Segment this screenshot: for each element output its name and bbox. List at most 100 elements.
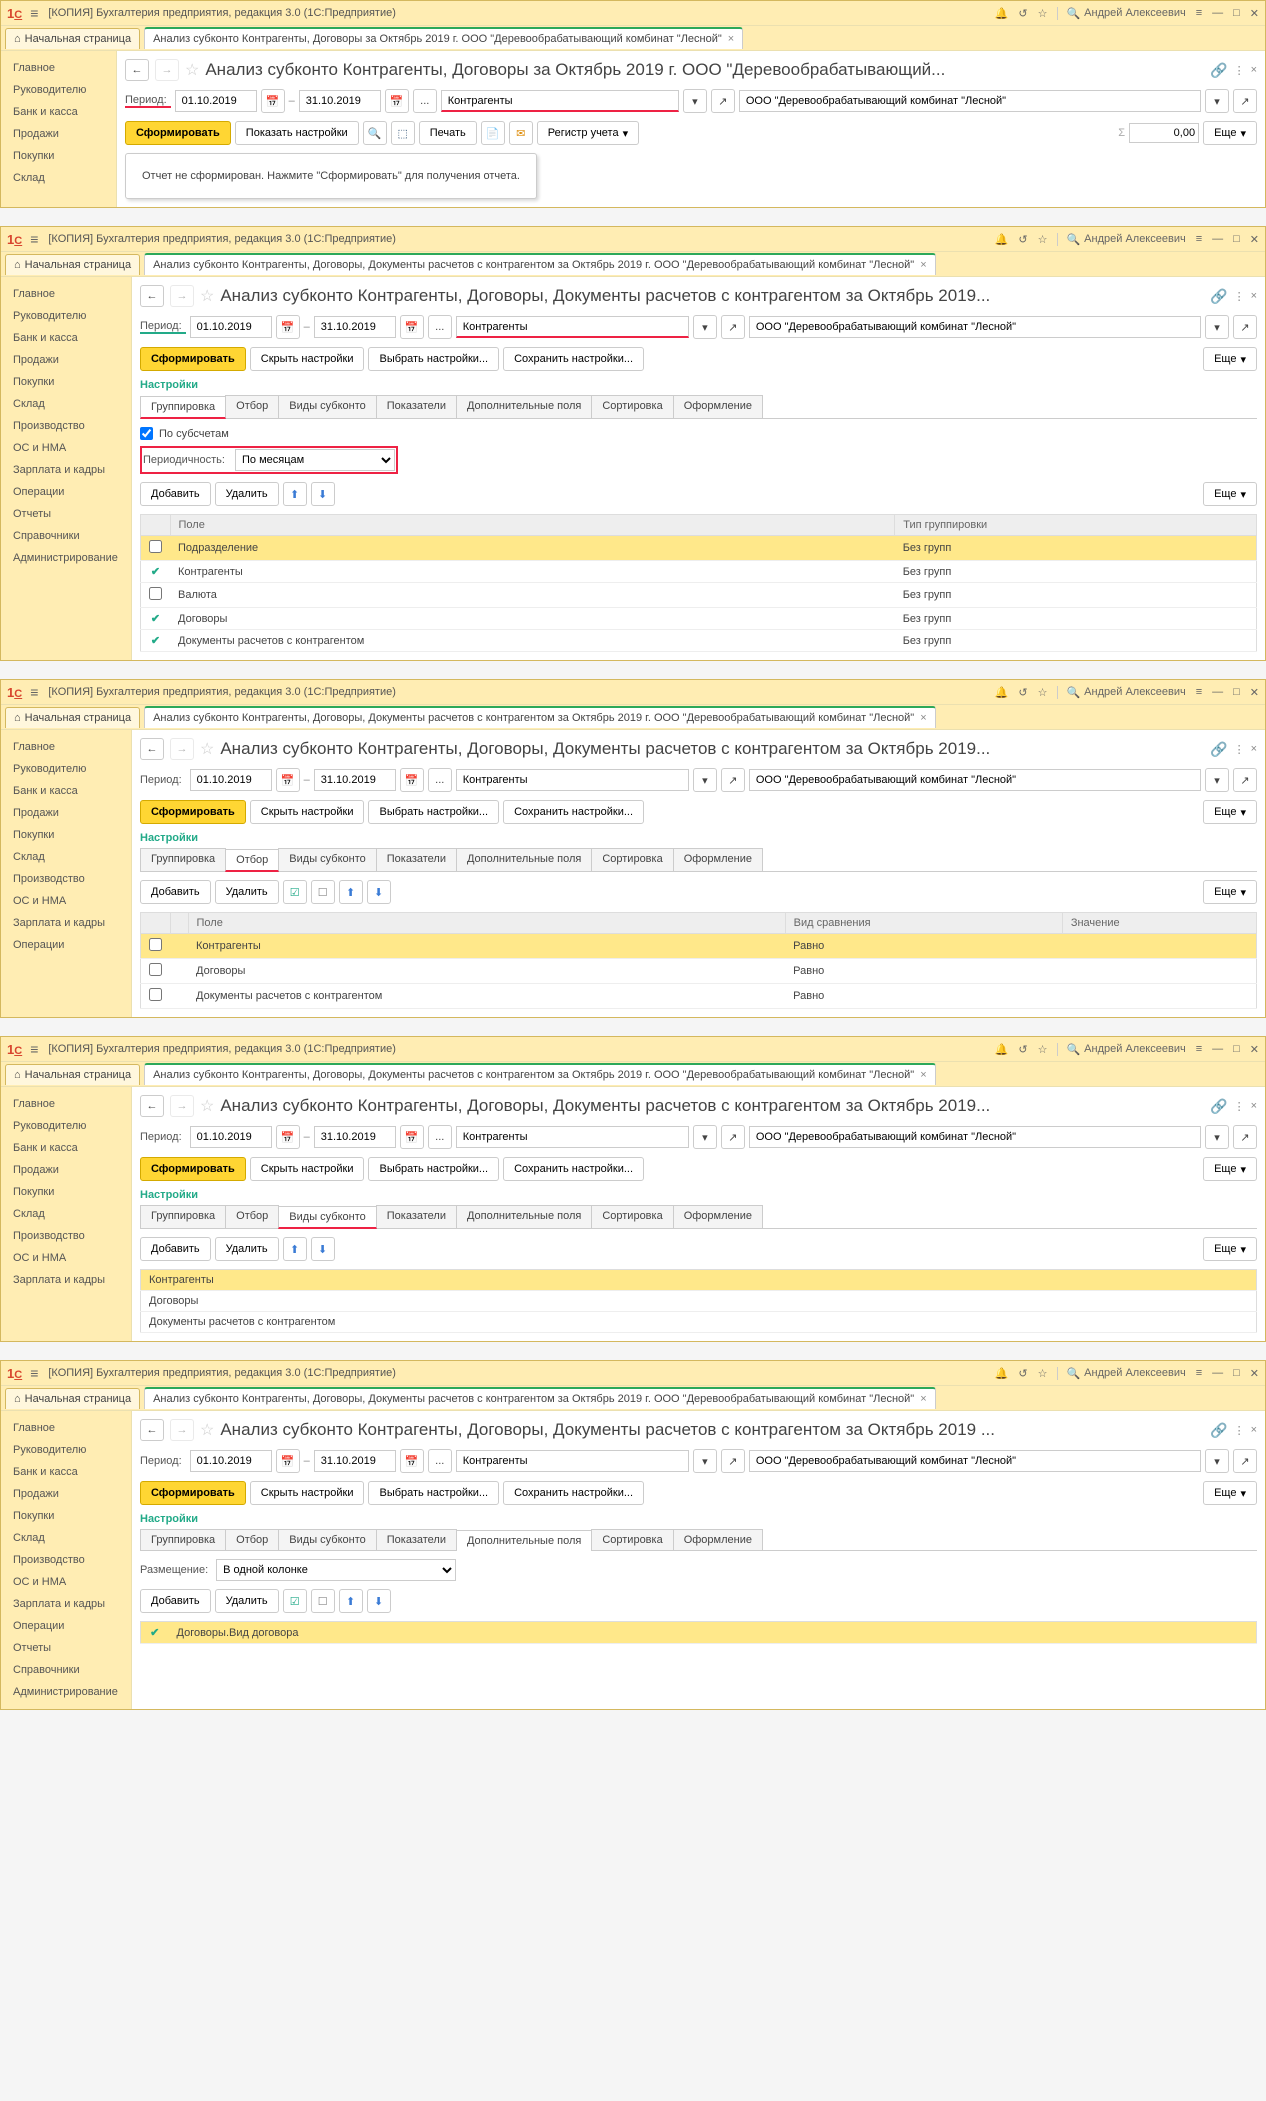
sidebar-item[interactable]: Главное — [1, 283, 131, 305]
calendar-icon[interactable]: 📅 — [276, 315, 300, 339]
save-settings-button[interactable]: Сохранить настройки... — [503, 347, 644, 371]
report-tab[interactable]: Анализ субконто Контрагенты, Договоры, Д… — [144, 253, 936, 275]
settings-tab[interactable]: Отбор — [225, 1529, 279, 1550]
print-button[interactable]: Печать — [419, 121, 477, 145]
sidebar-item[interactable]: Продажи — [1, 802, 131, 824]
settings-tab[interactable]: Сортировка — [591, 1205, 673, 1228]
back-button[interactable]: ← — [125, 59, 149, 81]
move-down-button[interactable]: ⬇ — [311, 482, 335, 506]
minimize-icon[interactable]: — — [1212, 7, 1223, 19]
sidebar-item[interactable]: Склад — [1, 167, 116, 189]
table-row[interactable]: Договоры.Вид договора — [169, 1622, 1257, 1644]
settings-tab[interactable]: Показатели — [376, 848, 457, 871]
settings-tab[interactable]: Сортировка — [591, 848, 673, 871]
calendar-icon[interactable]: 📅 — [261, 89, 285, 113]
date-to-input[interactable] — [314, 316, 396, 338]
sidebar-item[interactable]: Покупки — [1, 1505, 131, 1527]
history-icon[interactable]: ↺ — [1018, 233, 1027, 246]
search-button[interactable]: 🔍 — [363, 121, 387, 145]
settings-tab[interactable]: Виды субконто — [278, 1529, 376, 1550]
report-tab[interactable]: Анализ субконто Контрагенты, Договоры за… — [144, 27, 743, 49]
sidebar-item[interactable]: Производство — [1, 415, 131, 437]
fav-icon[interactable]: ☆ — [200, 286, 214, 306]
calendar-icon[interactable]: 📅 — [385, 89, 409, 113]
sidebar-item[interactable]: Покупки — [1, 824, 131, 846]
choose-settings-button[interactable]: Выбрать настройки... — [368, 347, 499, 371]
org-input[interactable] — [739, 90, 1201, 112]
settings-tab[interactable]: Дополнительные поля — [456, 1530, 592, 1551]
tab-close-icon[interactable]: × — [920, 259, 926, 271]
mail-button[interactable]: ✉ — [509, 121, 533, 145]
settings-tab[interactable]: Дополнительные поля — [456, 1205, 592, 1228]
sidebar-item[interactable]: Банк и касса — [1, 327, 131, 349]
sidebar-item[interactable]: Зарплата и кадры — [1, 1593, 131, 1615]
period-picker-button[interactable]: ... — [428, 315, 452, 339]
register-button[interactable]: Регистр учета ▾ — [537, 121, 639, 145]
forward-button[interactable]: → — [170, 285, 194, 307]
sidebar-item[interactable]: Администрирование — [1, 1681, 131, 1703]
sidebar-item[interactable]: Операции — [1, 481, 131, 503]
sidebar-item[interactable]: Производство — [1, 1225, 131, 1247]
sidebar-item[interactable]: Отчеты — [1, 503, 131, 525]
kebab-icon[interactable]: ⋮ — [1234, 290, 1245, 303]
show-settings-button[interactable]: Показать настройки — [235, 121, 359, 145]
sidebar-item[interactable]: Зарплата и кадры — [1, 1269, 131, 1291]
dropdown-icon[interactable]: ▾ — [1205, 89, 1229, 113]
sidebar-item[interactable]: Руководителю — [1, 1115, 131, 1137]
date-to-input[interactable] — [299, 90, 381, 112]
settings-tab[interactable]: Группировка — [140, 1529, 226, 1550]
settings-tab[interactable]: Виды субконто — [278, 1206, 376, 1229]
history-icon[interactable]: ↺ — [1018, 7, 1027, 20]
calendar-icon[interactable]: 📅 — [400, 315, 424, 339]
search-icon[interactable]: 🔍 — [1066, 7, 1080, 20]
panel-close-icon[interactable]: × — [1251, 290, 1257, 302]
link-icon[interactable]: 🔗 — [1210, 62, 1227, 79]
settings-tab[interactable]: Отбор — [225, 1205, 279, 1228]
sidebar-item[interactable]: ОС и НМА — [1, 437, 131, 459]
table-cell[interactable]: Валюта — [170, 583, 895, 608]
sidebar-item[interactable]: Склад — [1, 1527, 131, 1549]
open-icon[interactable]: ↗ — [1233, 89, 1257, 113]
sidebar-item[interactable]: Операции — [1, 934, 131, 956]
close-icon[interactable]: ✕ — [1250, 233, 1259, 246]
move-up-button[interactable]: ⬆ — [283, 482, 307, 506]
sidebar-item[interactable]: Покупки — [1, 1181, 131, 1203]
sum-value[interactable] — [1129, 123, 1199, 143]
sidebar-item[interactable]: Руководителю — [1, 305, 131, 327]
kebab-icon[interactable]: ⋮ — [1234, 64, 1245, 77]
sidebar-item[interactable]: Склад — [1, 1203, 131, 1225]
menu-icon[interactable]: ≡ — [30, 5, 38, 21]
table-row[interactable]: Договоры — [141, 1291, 1257, 1312]
home-tab[interactable]: ⌂Начальная страница — [5, 28, 140, 49]
settings-tab[interactable]: Группировка — [140, 396, 226, 419]
fav-icon[interactable]: ☆ — [185, 60, 199, 80]
settings-tab[interactable]: Группировка — [140, 1205, 226, 1228]
dropdown-icon[interactable]: ▾ — [683, 89, 707, 113]
subkonto-input[interactable] — [456, 316, 689, 338]
sidebar-item[interactable]: Операции — [1, 1615, 131, 1637]
settings-tab[interactable]: Показатели — [376, 1205, 457, 1228]
uncheckall-button[interactable]: ☐ — [311, 880, 335, 904]
sidebar-item[interactable]: Продажи — [1, 1483, 131, 1505]
table-row[interactable]: Документы расчетов с контрагентом — [141, 1312, 1257, 1333]
link-icon[interactable]: 🔗 — [1210, 288, 1227, 305]
delete-button[interactable]: Удалить — [215, 482, 279, 506]
sidebar-item[interactable]: Производство — [1, 1549, 131, 1571]
settings-icon[interactable]: ≡ — [1196, 7, 1202, 19]
sidebar-item[interactable]: Банк и касса — [1, 1461, 131, 1483]
table-row[interactable]: Контрагенты — [141, 1270, 1257, 1291]
settings-tab[interactable]: Виды субконто — [278, 848, 376, 871]
maximize-icon[interactable]: □ — [1233, 7, 1240, 19]
panel-close-icon[interactable]: × — [1251, 64, 1257, 76]
settings-tab[interactable]: Отбор — [225, 849, 279, 872]
periodicity-select[interactable]: По месяцам — [235, 449, 395, 471]
sidebar-item[interactable]: Продажи — [1, 349, 131, 371]
date-from-input[interactable] — [175, 90, 257, 112]
sidebar-item[interactable]: Банк и касса — [1, 780, 131, 802]
add-button[interactable]: Добавить — [140, 482, 211, 506]
settings-tab[interactable]: Показатели — [376, 1529, 457, 1550]
checkall-button[interactable]: ☑ — [283, 880, 307, 904]
sidebar-item[interactable]: Отчеты — [1, 1637, 131, 1659]
placement-select[interactable]: В одной колонке — [216, 1559, 456, 1581]
sidebar-item[interactable]: Справочники — [1, 1659, 131, 1681]
